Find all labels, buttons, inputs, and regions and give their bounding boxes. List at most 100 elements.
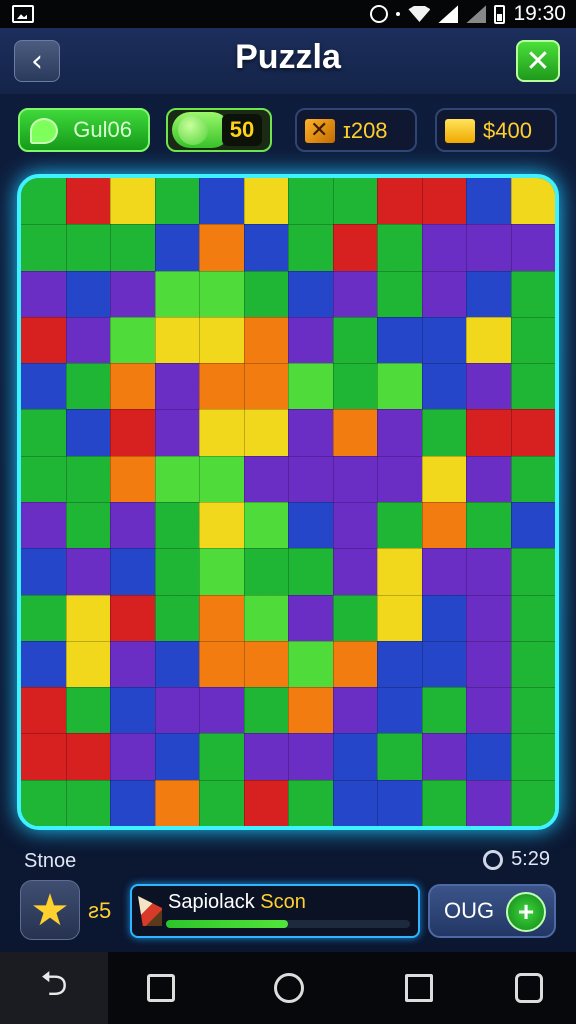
- puzzle-piece[interactable]: [110, 363, 163, 418]
- puzzle-piece[interactable]: [466, 733, 519, 788]
- puzzle-piece[interactable]: [377, 733, 430, 788]
- puzzle-piece[interactable]: [154, 502, 208, 557]
- puzzle-piece[interactable]: [21, 779, 74, 826]
- puzzle-piece[interactable]: [377, 687, 430, 742]
- puzzle-piece[interactable]: [21, 548, 74, 603]
- puzzle-piece[interactable]: [377, 363, 430, 418]
- puzzle-piece[interactable]: [332, 733, 386, 788]
- puzzle-piece[interactable]: [332, 409, 386, 464]
- puzzle-piece[interactable]: [421, 548, 475, 603]
- nav-back-button[interactable]: ⮌: [0, 952, 108, 1024]
- puzzle-piece[interactable]: [466, 455, 519, 511]
- puzzle-piece[interactable]: [421, 594, 475, 650]
- puzzle-grid[interactable]: [21, 178, 555, 826]
- back-button[interactable]: ‹: [14, 40, 60, 82]
- star-button[interactable]: ★: [20, 880, 80, 940]
- puzzle-piece[interactable]: [466, 594, 519, 650]
- puzzle-piece[interactable]: [288, 548, 341, 603]
- puzzle-piece[interactable]: [332, 178, 386, 233]
- puzzle-piece[interactable]: [332, 502, 386, 557]
- puzzle-piece[interactable]: [243, 224, 297, 279]
- puzzle-piece[interactable]: [65, 779, 119, 826]
- puzzle-piece[interactable]: [199, 455, 252, 511]
- puzzle-piece[interactable]: [377, 455, 430, 511]
- puzzle-piece[interactable]: [510, 733, 555, 788]
- nav-screenshot-button[interactable]: [132, 952, 190, 1024]
- puzzle-piece[interactable]: [154, 687, 208, 742]
- puzzle-piece[interactable]: [421, 640, 475, 696]
- puzzle-piece[interactable]: [510, 548, 555, 603]
- puzzle-piece[interactable]: [154, 178, 208, 233]
- puzzle-piece[interactable]: [421, 224, 475, 279]
- puzzle-piece[interactable]: [510, 316, 555, 372]
- puzzle-piece[interactable]: [288, 363, 341, 418]
- puzzle-piece[interactable]: [421, 455, 475, 511]
- puzzle-piece[interactable]: [65, 455, 119, 511]
- puzzle-piece[interactable]: [199, 409, 252, 464]
- puzzle-piece[interactable]: [154, 224, 208, 279]
- puzzle-piece[interactable]: [466, 224, 519, 279]
- puzzle-piece[interactable]: [65, 409, 119, 464]
- puzzle-piece[interactable]: [377, 270, 430, 326]
- puzzle-piece[interactable]: [243, 455, 297, 511]
- puzzle-piece[interactable]: [243, 178, 297, 233]
- puzzle-piece[interactable]: [110, 640, 163, 696]
- puzzle-piece[interactable]: [21, 502, 74, 557]
- puzzle-piece[interactable]: [65, 316, 119, 372]
- puzzle-piece[interactable]: [199, 640, 252, 696]
- puzzle-piece[interactable]: [154, 409, 208, 464]
- puzzle-piece[interactable]: [421, 316, 475, 372]
- puzzle-piece[interactable]: [510, 363, 555, 418]
- puzzle-piece[interactable]: [510, 594, 555, 650]
- puzzle-piece[interactable]: [377, 548, 430, 603]
- puzzle-piece[interactable]: [466, 178, 519, 233]
- puzzle-piece[interactable]: [332, 779, 386, 826]
- puzzle-piece[interactable]: [288, 640, 341, 696]
- puzzle-piece[interactable]: [288, 687, 341, 742]
- puzzle-piece[interactable]: [421, 178, 475, 233]
- puzzle-piece[interactable]: [154, 779, 208, 826]
- puzzle-piece[interactable]: [332, 640, 386, 696]
- puzzle-piece[interactable]: [110, 455, 163, 511]
- puzzle-piece[interactable]: [199, 594, 252, 650]
- puzzle-piece[interactable]: [21, 224, 74, 279]
- puzzle-piece[interactable]: [510, 270, 555, 326]
- puzzle-piece[interactable]: [243, 270, 297, 326]
- puzzle-piece[interactable]: [65, 363, 119, 418]
- puzzle-piece[interactable]: [154, 548, 208, 603]
- puzzle-piece[interactable]: [377, 640, 430, 696]
- puzzle-piece[interactable]: [510, 178, 555, 233]
- puzzle-piece[interactable]: [199, 502, 252, 557]
- puzzle-piece[interactable]: [466, 363, 519, 418]
- puzzle-piece[interactable]: [466, 270, 519, 326]
- puzzle-piece[interactable]: [199, 687, 252, 742]
- puzzle-piece[interactable]: [199, 270, 252, 326]
- puzzle-piece[interactable]: [243, 316, 297, 372]
- puzzle-piece[interactable]: [510, 409, 555, 464]
- puzzle-piece[interactable]: [65, 687, 119, 742]
- puzzle-piece[interactable]: [21, 178, 74, 233]
- nav-home-button[interactable]: [262, 952, 316, 1024]
- puzzle-piece[interactable]: [466, 687, 519, 742]
- puzzle-piece[interactable]: [510, 224, 555, 279]
- puzzle-piece[interactable]: [199, 733, 252, 788]
- puzzle-piece[interactable]: [21, 270, 74, 326]
- puzzle-piece[interactable]: [421, 363, 475, 418]
- puzzle-piece[interactable]: [421, 779, 475, 826]
- puzzle-piece[interactable]: [65, 548, 119, 603]
- puzzle-piece[interactable]: [65, 594, 119, 650]
- puzzle-piece[interactable]: [288, 270, 341, 326]
- puzzle-piece[interactable]: [332, 548, 386, 603]
- puzzle-piece[interactable]: [65, 224, 119, 279]
- puzzle-piece[interactable]: [288, 594, 341, 650]
- puzzle-piece[interactable]: [110, 687, 163, 742]
- puzzle-piece[interactable]: [243, 409, 297, 464]
- puzzle-piece[interactable]: [377, 779, 430, 826]
- puzzle-piece[interactable]: [243, 502, 297, 557]
- puzzle-piece[interactable]: [288, 779, 341, 826]
- puzzle-piece[interactable]: [377, 224, 430, 279]
- puzzle-piece[interactable]: [332, 455, 386, 511]
- puzzle-piece[interactable]: [466, 640, 519, 696]
- puzzle-piece[interactable]: [199, 363, 252, 418]
- puzzle-piece[interactable]: [21, 733, 74, 788]
